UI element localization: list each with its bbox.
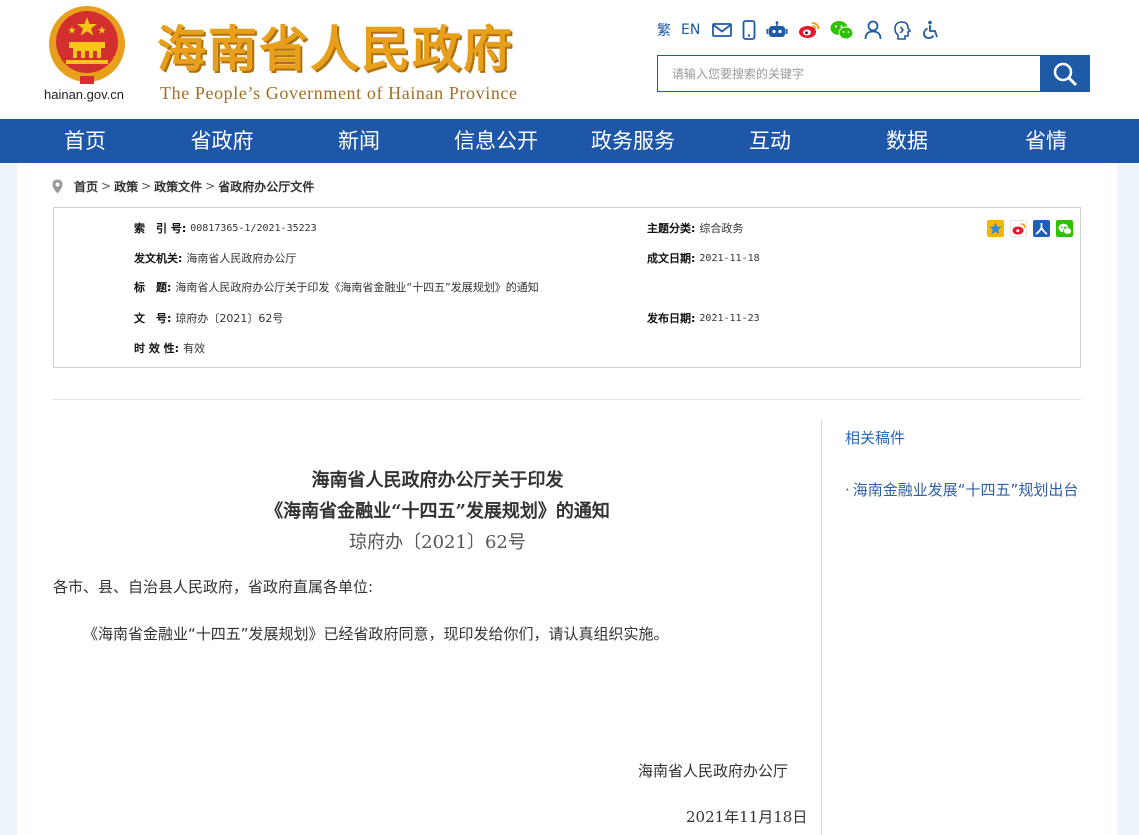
meta-docno-label: 文 号: — [134, 312, 172, 325]
breadcrumb-policy[interactable]: 政策 — [114, 178, 138, 195]
national-emblem-icon[interactable] — [44, 4, 130, 86]
share-wechat-icon[interactable] — [1056, 220, 1073, 237]
meta-published-value: 2021-11-23 — [699, 312, 760, 324]
document-date: 2021年11月18日 — [686, 808, 808, 826]
nav-item-home[interactable]: 首页 — [35, 119, 135, 163]
meta-docno-row: 文 号: 琼府办〔2021〕62号 — [134, 310, 283, 326]
related-articles-title: 相关稿件 — [845, 429, 906, 447]
breadcrumb-separator: > — [141, 179, 152, 193]
related-article-label: 海南金融业发展“十四五”规划出台 — [852, 481, 1079, 499]
search-input[interactable] — [657, 55, 1040, 92]
site-title-en: The People’s Government of Hainan Provin… — [160, 83, 518, 103]
mobile-icon[interactable] — [742, 18, 756, 42]
breadcrumb-policy-documents[interactable]: 政策文件 — [154, 178, 202, 195]
user-icon[interactable] — [864, 18, 882, 42]
meta-title-row: 标 题: 海南省人民政府办公厅关于印发《海南省金融业“十四五”发展规划》的通知 — [134, 279, 539, 295]
wechat-icon[interactable] — [830, 18, 854, 42]
breadcrumb-separator: > — [101, 179, 112, 193]
elderly-mode-icon[interactable] — [892, 18, 912, 42]
meta-index-label: 索 引 号: — [134, 222, 187, 235]
breadcrumb: 首页 > 政策 > 政策文件 > 省政府办公厅文件 — [52, 177, 314, 195]
meta-title-value: 海南省人民政府办公厅关于印发《海南省金融业“十四五”发展规划》的通知 — [175, 281, 539, 294]
meta-created-row: 成文日期: 2021-11-18 — [647, 250, 760, 266]
meta-published-label: 发布日期: — [647, 312, 696, 325]
document-metadata-box: 索 引 号: 00817365-1/2021-35223 主题分类: 综合政务 … — [53, 207, 1081, 368]
meta-created-value: 2021-11-18 — [699, 252, 760, 264]
meta-index-row: 索 引 号: 00817365-1/2021-35223 — [134, 220, 317, 236]
share-qzone-icon[interactable] — [987, 220, 1004, 237]
site-header: hainan.gov.cn 海南省人民政府 The People’s Gover… — [0, 0, 1139, 119]
document-title-line1: 海南省人民政府办公厅关于印发 — [311, 470, 564, 491]
location-pin-icon — [52, 179, 63, 193]
section-divider — [53, 399, 1081, 400]
meta-validity-value: 有效 — [183, 342, 206, 355]
nav-item-data[interactable]: 数据 — [857, 119, 957, 163]
weibo-icon[interactable] — [798, 18, 820, 42]
breadcrumb-separator: > — [205, 179, 216, 193]
meta-created-label: 成文日期: — [647, 252, 696, 265]
english-link[interactable]: EN — [681, 18, 700, 42]
meta-docno-value: 琼府办〔2021〕62号 — [175, 312, 284, 325]
search-icon — [1053, 62, 1078, 86]
search-bar — [657, 55, 1090, 92]
document-number: 琼府办〔2021〕62号 — [349, 532, 526, 553]
nav-item-info-disclosure[interactable]: 信息公开 — [441, 119, 551, 163]
main-nav: 首页 省政府 新闻 信息公开 政务服务 互动 数据 省情 — [0, 119, 1139, 163]
site-domain: hainan.gov.cn — [44, 87, 124, 102]
related-article-link[interactable]: · 海南金融业发展“十四五”规划出台 — [845, 475, 1085, 505]
meta-issuer-value: 海南省人民政府办公厅 — [186, 252, 297, 265]
robot-icon[interactable] — [766, 18, 788, 42]
breadcrumb-office-documents[interactable]: 省政府办公厅文件 — [218, 178, 314, 195]
nav-item-news[interactable]: 新闻 — [309, 119, 409, 163]
meta-category-row: 主题分类: 综合政务 — [647, 220, 743, 236]
meta-published-row: 发布日期: 2021-11-23 — [647, 310, 760, 326]
nav-item-province-info[interactable]: 省情 — [996, 119, 1096, 163]
document-salutation: 各市、县、自治县人民政府，省政府直属各单位: — [53, 578, 374, 596]
document-body: 《海南省金融业“十四五”发展规划》已经省政府同意，现印发给你们，请认真组织实施。 — [83, 625, 669, 643]
nav-item-interaction[interactable]: 互动 — [720, 119, 820, 163]
accessibility-icon[interactable] — [922, 18, 942, 42]
share-weibo-icon[interactable] — [1010, 220, 1027, 237]
header-toolbar: 繁 EN — [657, 18, 942, 42]
bullet-icon: · — [845, 481, 850, 499]
meta-validity-label: 时 效 性: — [134, 342, 180, 355]
breadcrumb-home[interactable]: 首页 — [74, 178, 98, 195]
document-signature: 海南省人民政府办公厅 — [638, 762, 789, 780]
meta-issuer-row: 发文机关: 海南省人民政府办公厅 — [134, 250, 296, 266]
meta-category-label: 主题分类: — [647, 222, 696, 235]
mail-icon[interactable] — [712, 18, 733, 42]
nav-item-services[interactable]: 政务服务 — [578, 119, 688, 163]
share-toolbar — [987, 220, 1079, 237]
site-title-cn[interactable]: 海南省人民政府 — [157, 10, 514, 81]
meta-issuer-label: 发文机关: — [134, 252, 183, 265]
meta-category-value: 综合政务 — [699, 222, 744, 235]
search-button[interactable] — [1040, 55, 1090, 92]
nav-item-government[interactable]: 省政府 — [172, 119, 272, 163]
document-title-line2: 《海南省金融业“十四五”发展规划》的通知 — [265, 501, 610, 522]
meta-index-value: 00817365-1/2021-35223 — [190, 222, 317, 234]
share-renren-icon[interactable] — [1033, 220, 1050, 237]
traditional-chinese-link[interactable]: 繁 — [657, 18, 671, 42]
meta-title-label: 标 题: — [134, 281, 172, 294]
meta-validity-row: 时 效 性: 有效 — [134, 340, 205, 356]
